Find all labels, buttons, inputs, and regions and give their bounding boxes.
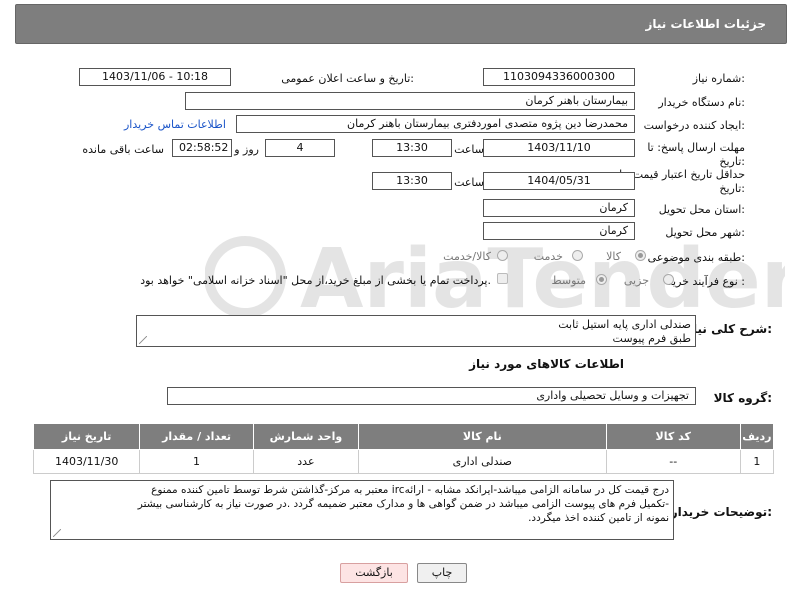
buyer-field: بیمارستان باهنر کرمان	[185, 92, 635, 110]
buyer-notes-textarea: درج قیمت کل در سامانه الزامی میباشد-ایرا…	[50, 480, 674, 540]
description-label: شرح کلی نیاز:	[686, 322, 772, 336]
category-label: طبقه بندی موضوعی:	[647, 251, 745, 264]
city-field: کرمان	[483, 222, 635, 240]
category-radio-goods-service[interactable]	[497, 250, 508, 261]
buyer-label: نام دستگاه خریدار:	[658, 96, 745, 109]
province-field: کرمان	[483, 199, 635, 217]
category-radio-goods[interactable]	[635, 250, 646, 261]
resize-handle[interactable]	[53, 529, 61, 537]
cell-item-code: --	[605, 449, 741, 474]
description-line-1: صندلی اداری پایه استیل ثابت	[558, 318, 691, 331]
days-remaining-field: 4	[265, 139, 335, 157]
deadline-date-field: 1403/11/10	[483, 139, 635, 157]
treasury-payment-note: پرداخت تمام یا بخشی از مبلغ خرید،از محل …	[140, 274, 491, 287]
resize-handle[interactable]	[139, 336, 147, 344]
cell-row-number: 1	[739, 449, 775, 474]
col-unit: واحد شمارش	[252, 423, 360, 450]
announce-label: تاریخ و ساعت اعلان عمومی:	[281, 72, 414, 85]
description-textarea: صندلی اداری پایه استیل ثابت طبق فرم پیوس…	[136, 315, 696, 347]
days-label: روز و	[234, 143, 259, 156]
treasury-payment-checkbox[interactable]	[497, 273, 508, 284]
cell-quantity: 1	[139, 449, 254, 474]
deadline-time-field: 13:30	[372, 139, 452, 157]
col-need-date: تاریخ نیاز	[32, 423, 141, 450]
deadline-label: مهلت ارسال پاسخ: تا	[647, 141, 745, 154]
validity-time-field: 13:30	[372, 172, 452, 190]
validity-date-label: تاریخ:	[719, 182, 745, 195]
buyer-notes-line-3: نمونه از تامین کننده اخذ میگردد.	[528, 512, 669, 524]
buyer-notes-label: توضیحات خریدار:	[670, 505, 772, 519]
table-row: 1 -- صندلی اداری عدد 1 1403/11/30	[32, 449, 775, 474]
validity-label: حداقل تاریخ اعتبار قیمت: تا	[619, 168, 745, 181]
goods-group-label: گروه کالا:	[713, 391, 772, 405]
buyer-contact-link[interactable]: اطلاعات تماس خریدار	[124, 118, 226, 131]
process-option-medium: متوسط	[551, 274, 586, 287]
process-option-minor: جزیی	[623, 274, 649, 287]
header-panel: جزئیات اطلاعات نیاز	[15, 4, 787, 44]
category-option-service: خدمت	[533, 250, 563, 263]
category-radio-service[interactable]	[572, 250, 583, 261]
announce-datetime-field: 1403/11/06 - 10:18	[79, 68, 231, 86]
deadline-date-label: تاریخ:	[719, 155, 745, 168]
goods-group-field: تجهیزات و وسایل تحصیلی واداری	[167, 387, 696, 405]
province-label: استان محل تحویل:	[658, 203, 745, 216]
validity-date-field: 1404/05/31	[483, 172, 635, 190]
print-button[interactable]: چاپ	[417, 563, 467, 583]
process-radio-medium[interactable]	[596, 274, 607, 285]
process-radio-minor[interactable]	[663, 274, 674, 285]
need-number-label: شماره نیاز:	[692, 72, 745, 85]
remaining-label: ساعت باقی مانده	[82, 143, 164, 156]
back-button[interactable]: بازگشت	[340, 563, 408, 583]
goods-info-title: اطلاعات کالاهای مورد نیاز	[469, 357, 624, 371]
col-row-number: ردیف	[739, 423, 775, 450]
deadline-time-label: ساعت	[454, 143, 484, 156]
items-table: ردیف کد کالا نام کالا واحد شمارش تعداد /…	[32, 423, 775, 474]
process-type-label: نوع فرآیند خرید :	[667, 275, 745, 288]
col-item-name: نام کالا	[358, 423, 607, 450]
creator-label: ایجاد کننده درخواست:	[643, 119, 745, 132]
page-title: جزئیات اطلاعات نیاز	[645, 17, 766, 31]
table-header-row: ردیف کد کالا نام کالا واحد شمارش تعداد /…	[32, 423, 775, 450]
col-item-code: کد کالا	[605, 423, 741, 450]
creator-field: محمدرضا دین پژوه متصدی اموردفتری بیمارست…	[236, 115, 635, 133]
cell-item-name: صندلی اداری	[358, 449, 607, 474]
buyer-notes-line-1: درج قیمت کل در سامانه الزامی میباشد-ایرا…	[151, 484, 669, 496]
validity-time-label: ساعت	[454, 176, 484, 189]
cell-need-date: 1403/11/30	[32, 449, 141, 474]
description-line-2: طبق فرم پیوست	[612, 332, 691, 345]
cell-unit: عدد	[252, 449, 360, 474]
remaining-time-field: 02:58:52	[172, 139, 232, 157]
need-number-field: 1103094336000300	[483, 68, 635, 86]
col-quantity: تعداد / مقدار	[139, 423, 254, 450]
city-label: شهر محل تحویل:	[665, 226, 745, 239]
buyer-notes-line-2: -تکمیل فرم های پیوست الزامی میباشد در ضم…	[137, 498, 669, 510]
category-option-goods: کالا	[606, 250, 621, 263]
category-option-goods-service: کالا/خدمت	[443, 250, 491, 263]
